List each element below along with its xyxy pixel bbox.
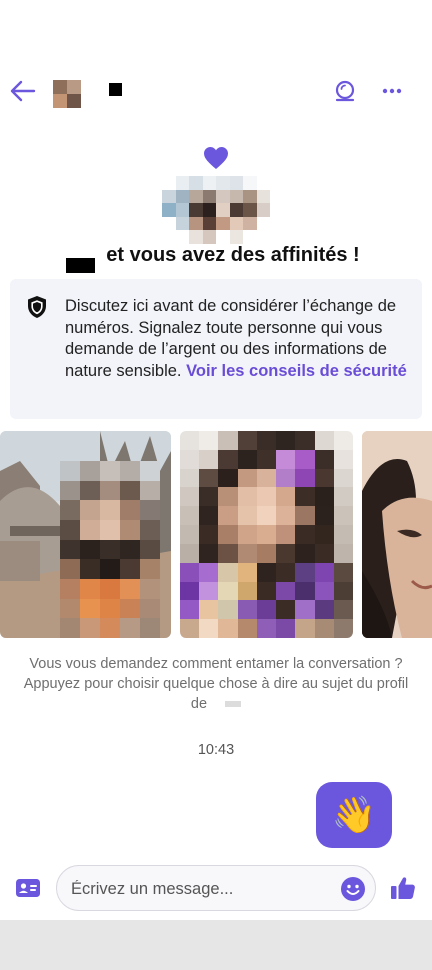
heart-icon (204, 147, 228, 169)
photo-3-image (362, 431, 432, 638)
emoji-button[interactable] (339, 875, 367, 903)
safety-message: Discutez ici avant de considérer l’échan… (65, 296, 410, 382)
wave-emoji: 👋 (331, 794, 377, 835)
arrow-left-icon (10, 80, 36, 102)
photo-2-pixelated (180, 431, 353, 638)
shield-icon (28, 296, 46, 318)
safety-tips-link[interactable]: Voir les conseils de sécurité (186, 362, 407, 380)
message-timestamp: 10:43 (197, 742, 235, 758)
profile-card-icon (16, 879, 40, 897)
match-title-text: et vous avez des affinités ! (106, 244, 360, 266)
photo-1-pixelated-face (60, 461, 160, 638)
more-dots-icon (382, 88, 402, 94)
profile-photo-3[interactable] (362, 431, 432, 638)
like-button[interactable] (388, 874, 418, 902)
safety-notice: Discutez ici avant de considérer l’échan… (10, 279, 422, 419)
match-avatar-pixelated (162, 176, 270, 244)
avatar[interactable] (53, 80, 81, 108)
thumbs-up-icon (391, 877, 415, 899)
message-input[interactable] (69, 874, 335, 904)
conversation-hint-text: Vous vous demandez comment entamer la co… (23, 656, 409, 712)
video-chat-icon (335, 80, 355, 102)
system-navigation-bar (0, 920, 432, 970)
wave-button[interactable]: 👋 (316, 782, 392, 848)
match-title: et vous avez des affinités ! (0, 244, 432, 267)
smiley-icon (341, 877, 365, 901)
profile-photo-1[interactable] (0, 431, 171, 638)
video-chat-button[interactable] (330, 77, 360, 105)
profile-photo-2[interactable] (180, 431, 353, 638)
profile-name-redacted (225, 701, 242, 708)
profile-card-button[interactable] (14, 876, 42, 900)
message-composer (56, 865, 376, 911)
contact-name-redacted[interactable] (109, 83, 122, 96)
conversation-hint[interactable]: Vous vous demandez comment entamer la co… (20, 654, 412, 714)
more-options-button[interactable] (378, 78, 406, 104)
back-button[interactable] (6, 76, 40, 106)
